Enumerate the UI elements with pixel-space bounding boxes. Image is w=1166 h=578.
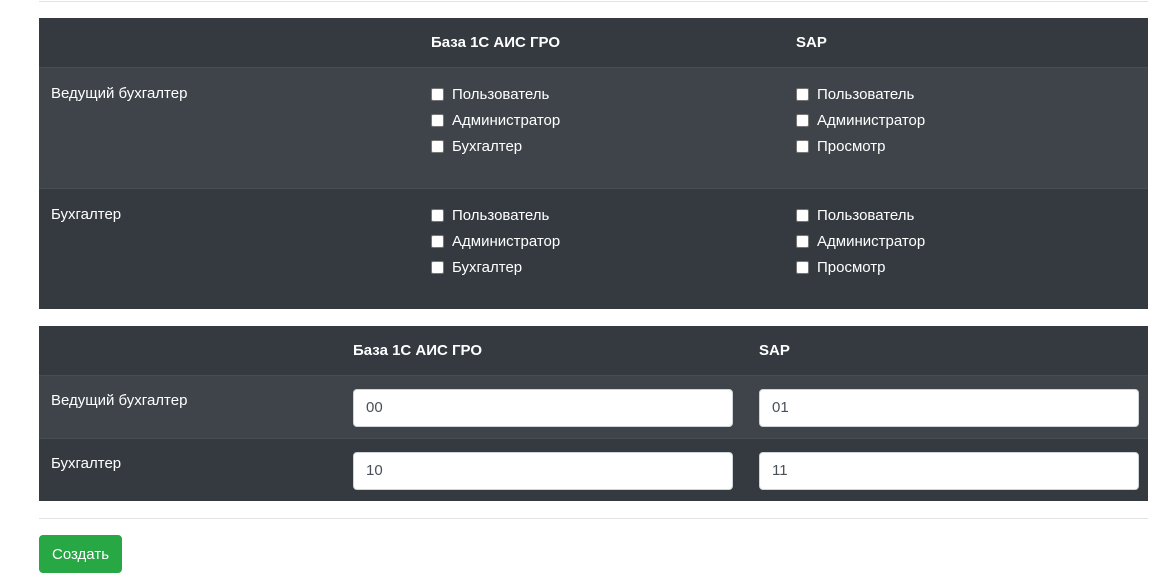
table-row: Ведущий бухгалтер Пользователь Администр… [39, 67, 1148, 188]
codes-header-sap: SAP [759, 341, 790, 359]
base1c-checkbox-group: Пользователь Администратор Бухгалтер [417, 67, 782, 188]
row-label: Ведущий бухгалтер [51, 84, 188, 102]
sap-input-cell [745, 438, 1148, 501]
row-label: Бухгалтер [51, 454, 122, 472]
checkbox-label: Просмотр [817, 259, 886, 276]
checkbox-label: Бухгалтер [452, 138, 523, 155]
checkbox-label: Пользователь [817, 207, 915, 224]
top-divider [39, 1, 1148, 2]
checkbox-option[interactable]: Бухгалтер [431, 131, 782, 163]
checkbox[interactable] [796, 114, 809, 127]
sap-code-input[interactable] [759, 388, 1139, 427]
base1c-code-input[interactable] [353, 451, 733, 490]
sap-code-input[interactable] [759, 451, 1139, 490]
checkbox-label: Пользователь [817, 86, 915, 103]
table-row: Бухгалтер [39, 438, 1148, 501]
create-button[interactable]: Создать [39, 535, 123, 573]
checkbox[interactable] [431, 209, 444, 222]
codes-table-header: База 1С АИС ГРО SAP [39, 326, 1148, 375]
checkbox[interactable] [796, 261, 809, 274]
checkbox-label: Пользователь [452, 207, 550, 224]
checkbox-label: Просмотр [817, 138, 886, 155]
base1c-checkbox-group: Пользователь Администратор Бухгалтер [417, 188, 782, 309]
checkbox[interactable] [431, 114, 444, 127]
checkbox[interactable] [431, 88, 444, 101]
checkbox[interactable] [796, 140, 809, 153]
base1c-code-input[interactable] [353, 388, 733, 427]
codes-header-empty [39, 326, 341, 375]
checkbox-option[interactable]: Просмотр [796, 252, 1148, 284]
sap-checkbox-group: Пользователь Администратор Просмотр [782, 67, 1148, 188]
base1c-input-cell [341, 438, 745, 501]
checkbox[interactable] [431, 235, 444, 248]
sap-checkbox-group: Пользователь Администратор Просмотр [782, 188, 1148, 309]
checkbox-label: Администратор [452, 112, 561, 129]
codes-header-base1c: База 1С АИС ГРО [353, 341, 483, 359]
checkbox-label: Администратор [817, 112, 926, 129]
codes-table: База 1С АИС ГРО SAP Ведущий бухгалтер Бу… [39, 326, 1148, 501]
roles-table: База 1С АИС ГРО SAP Ведущий бухгалтер По… [39, 18, 1148, 309]
checkbox-label: Бухгалтер [452, 259, 523, 276]
sap-input-cell [745, 375, 1148, 438]
checkbox-label: Пользователь [452, 86, 550, 103]
roles-header-sap: SAP [796, 33, 827, 51]
table-row: Бухгалтер Пользователь Администратор Бух… [39, 188, 1148, 309]
table-row: Ведущий бухгалтер [39, 375, 1148, 438]
row-label: Ведущий бухгалтер [51, 391, 188, 409]
checkbox[interactable] [796, 88, 809, 101]
checkbox[interactable] [796, 209, 809, 222]
base1c-input-cell [341, 375, 745, 438]
checkbox-option[interactable]: Бухгалтер [431, 252, 782, 284]
checkbox-option[interactable]: Просмотр [796, 131, 1148, 163]
roles-header-empty [39, 18, 417, 67]
roles-table-header: База 1С АИС ГРО SAP [39, 18, 1148, 67]
checkbox-label: Администратор [817, 233, 926, 250]
bottom-divider [39, 518, 1148, 519]
checkbox[interactable] [431, 261, 444, 274]
checkbox[interactable] [796, 235, 809, 248]
roles-header-base1c: База 1С АИС ГРО [431, 33, 561, 51]
checkbox-label: Администратор [452, 233, 561, 250]
checkbox[interactable] [431, 140, 444, 153]
row-label: Бухгалтер [51, 205, 122, 223]
